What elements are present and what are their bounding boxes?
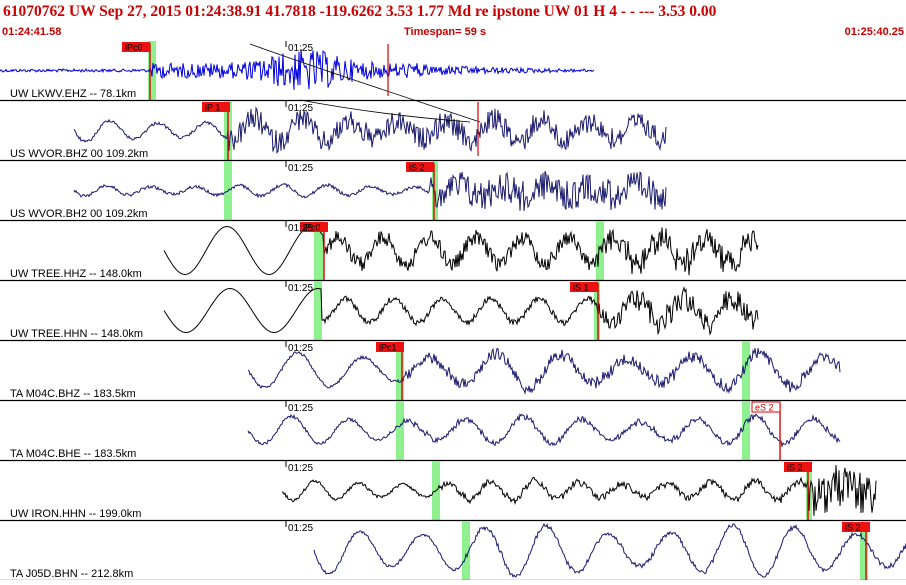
channel-label: TA M04C.BHZ -- 183.5km: [10, 388, 136, 400]
waveform-trace: [313, 522, 906, 578]
pick-label: iS 2: [787, 463, 803, 473]
time-tick-label: 01:25: [288, 223, 313, 234]
pick-label: iPc1: [379, 343, 397, 353]
timespan-label: Timespan= 59 s: [404, 26, 487, 38]
waveform-trace: [0, 48, 595, 90]
phase-band: [596, 221, 604, 280]
pick-label: iP 1: [205, 103, 220, 113]
pick-label: iS 2: [845, 523, 861, 533]
waveform-trace: [73, 106, 667, 154]
time-tick-label: 01:25: [288, 163, 313, 174]
channel-label: TA M04C.BHE -- 183.5km: [10, 448, 136, 460]
event-title: 61070762 UW Sep 27, 2015 01:24:38.91 41.…: [3, 3, 717, 20]
channel-label: UW IRON.HHN -- 199.0km: [10, 508, 141, 520]
channel-label: US WVOR.BHZ 00 109.2km: [10, 148, 148, 160]
channel-label: UW TREE.HHN -- 148.0km: [10, 328, 143, 340]
start-time-label: 01:24:41.58: [2, 26, 62, 38]
time-tick-label: 01:25: [288, 463, 313, 474]
event-header: 61070762 UW Sep 27, 2015 01:24:38.91 41.…: [0, 0, 906, 40]
time-tick-label: 01:25: [288, 343, 313, 354]
waveform-trace: [247, 347, 841, 395]
waveform-trace: [73, 171, 667, 211]
channel-label: US WVOR.BH2 00 109.2km: [10, 208, 148, 220]
phase-band: [396, 401, 404, 460]
pick-label: iPc0: [125, 43, 143, 53]
pick-label: iS 2: [409, 163, 425, 173]
time-tick-label: 01:25: [288, 43, 313, 54]
time-tick-label: 01:25: [288, 403, 313, 414]
channel-label: TA J05D.BHN -- 212.8km: [10, 568, 133, 580]
waveform-trace: [163, 286, 759, 336]
pick-label: eS 2: [755, 403, 774, 413]
waveform-canvas[interactable]: iPc0 01:25 UW LKWV.EHZ -- 78.1km iP 1 01:25 U…: [0, 40, 906, 582]
time-tick-label: 01:25: [288, 523, 313, 534]
channel-label: UW LKWV.EHZ -- 78.1km: [10, 88, 136, 100]
time-tick-label: 01:25: [288, 103, 313, 114]
waveform-trace: [281, 465, 877, 516]
waveform-trace: [247, 412, 841, 447]
waveform-trace: [163, 225, 759, 276]
seismogram-panels[interactable]: iPc0 01:25 UW LKWV.EHZ -- 78.1km iP 1 01:25 U…: [0, 40, 906, 582]
pick-label: iS 1: [573, 283, 589, 293]
channel-label: UW TREE.HHZ -- 148.0km: [10, 268, 142, 280]
time-tick-label: 01:25: [288, 283, 313, 294]
end-time-label: 01:25:40.25: [844, 26, 904, 38]
